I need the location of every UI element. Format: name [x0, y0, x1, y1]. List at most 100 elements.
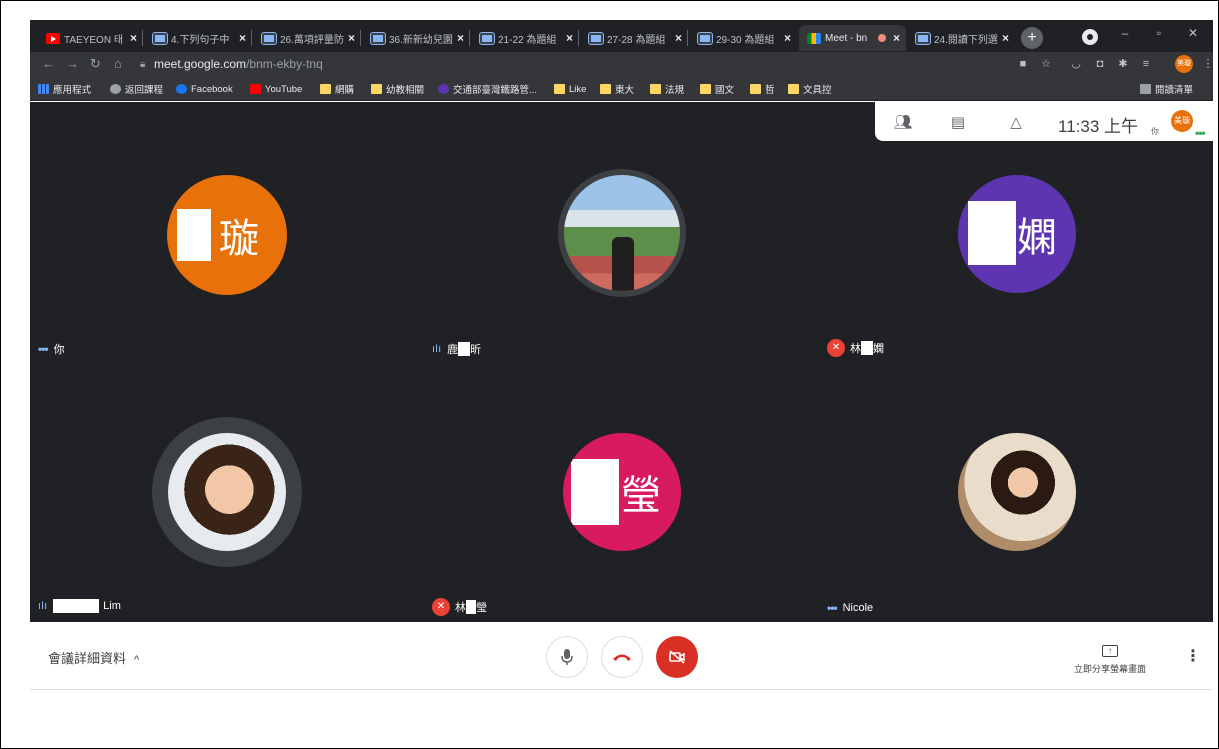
bookmark-railway[interactable]: 交通部臺灣鐵路管... [438, 82, 537, 96]
participant-avatar: 瑩 [563, 433, 681, 551]
redaction-box [968, 201, 1016, 265]
participant-photo [564, 175, 680, 291]
youtube-icon [250, 84, 261, 94]
close-tab-icon[interactable]: × [1002, 31, 1009, 45]
participant-name: Nicole [842, 602, 874, 614]
close-tab-icon[interactable]: × [239, 31, 246, 45]
meeting-details-button[interactable]: 會議詳細資料 ^ [48, 648, 139, 667]
redaction-box [571, 459, 619, 525]
folder-icon [371, 84, 382, 94]
microphone-button[interactable] [546, 636, 588, 678]
tab-meet-active[interactable]: Meet - bn × [799, 25, 906, 51]
participant-tile-5[interactable]: 瑩 ✕ 林瑩 [424, 362, 818, 622]
participant-name-part: 昕 [470, 344, 482, 356]
new-tab-button[interactable]: + [1021, 27, 1043, 49]
chrome-profile-icon[interactable] [1082, 29, 1098, 45]
close-tab-icon[interactable]: × [784, 31, 791, 45]
bookmark-folder-chinese[interactable]: 國文 [700, 82, 734, 96]
document-icon [588, 31, 604, 45]
bookmark-folder-shopping[interactable]: 網購 [320, 82, 354, 96]
audio-wave-icon: ıIı [38, 600, 48, 612]
participant-avatar: 嫻 [958, 175, 1076, 293]
window-close-icon[interactable]: ✕ [1178, 26, 1208, 40]
redaction-box [466, 600, 476, 614]
participant-tile-nicole[interactable]: ••• Nicole [819, 362, 1213, 622]
maximize-icon[interactable]: ▫ [1144, 26, 1174, 40]
reading-list[interactable]: 閱讀清單 [1140, 82, 1193, 96]
document-icon [915, 31, 931, 45]
photographer-silhouette [612, 237, 634, 291]
tab-doc-7[interactable]: 24.閱讀下列選 × [908, 25, 1015, 51]
back-icon[interactable]: ← [42, 56, 55, 72]
close-tab-icon[interactable]: × [566, 31, 573, 45]
pocket-icon[interactable]: ◘ [1092, 57, 1108, 71]
participant-tile-lim[interactable]: ıIı Lim [30, 362, 424, 622]
camera-toggle-button[interactable] [656, 636, 698, 678]
participant-tile-2[interactable]: ıIı 鹿昕 [424, 102, 818, 362]
participant-name: Lim [103, 600, 121, 612]
present-now-label: 立即分享螢幕畫面 [1073, 664, 1146, 674]
tab-doc-3[interactable]: 36.新新幼兒園 × [363, 25, 470, 51]
meet-icon [807, 32, 821, 44]
folder-icon [320, 84, 331, 94]
document-icon [479, 31, 495, 45]
bookmark-facebook[interactable]: Facebook [176, 82, 233, 96]
more-dots-icon: ••• [38, 342, 49, 356]
media-control-icon[interactable]: ≡ [1138, 57, 1154, 71]
meet-stage: 👥︎ ▤ △ 11:33 上午 你 美璇 ••• 璇 ••• 你 ıIı 鹿 昕… [30, 102, 1213, 622]
close-tab-icon[interactable]: × [675, 31, 682, 45]
apps-grid-icon [38, 84, 49, 94]
bookmark-folder-philosophy[interactable]: 哲 [750, 82, 775, 96]
present-now-button[interactable]: ↑ 立即分享螢幕畫面 [1070, 640, 1150, 675]
bookmark-folder-stationery[interactable]: 文具控 [788, 82, 832, 96]
tab-doc-2[interactable]: 26.萬項評量防 × [254, 25, 361, 51]
reload-icon[interactable]: ↻ [90, 56, 101, 72]
camera-in-use-icon[interactable]: ■ [1015, 57, 1031, 71]
bookmark-folder-law[interactable]: 法規 [650, 82, 684, 96]
lock-icon: 🔒︎ [140, 59, 146, 70]
participant-name-part: 鹿 [447, 344, 459, 356]
leave-call-button[interactable] [601, 636, 643, 678]
forward-icon[interactable]: → [66, 56, 79, 72]
tab-doc-5[interactable]: 27-28 為題組 × [581, 25, 688, 51]
present-screen-icon: ↑ [1102, 645, 1118, 657]
tab-doc-4[interactable]: 21-22 為題組 × [472, 25, 579, 51]
document-icon [697, 31, 713, 45]
participant-tile-self[interactable]: 璇 ••• 你 [30, 102, 424, 362]
bookmark-star-icon[interactable]: ☆ [1038, 57, 1054, 71]
railway-logo-icon [438, 84, 449, 94]
folder-icon [700, 84, 711, 94]
bookmark-youtube[interactable]: YouTube [250, 82, 302, 96]
close-tab-icon[interactable]: × [348, 31, 355, 45]
document-icon [152, 31, 168, 45]
audio-wave-icon: ıIı [432, 343, 442, 355]
participant-name: 你 [53, 344, 65, 356]
close-tab-icon[interactable]: × [893, 31, 900, 45]
participant-tile-3[interactable]: 嫻 ✕ 林嫻 [819, 102, 1213, 362]
more-options-icon[interactable]: ⋮ [1185, 646, 1201, 666]
minimize-icon[interactable]: – [1110, 26, 1140, 40]
tab-youtube[interactable]: TAEYEON 태 × [38, 25, 143, 51]
home-icon[interactable]: ⌂ [114, 56, 122, 72]
bookmark-folder-preschool[interactable]: 幼教相關 [371, 82, 424, 96]
close-tab-icon[interactable]: × [457, 31, 464, 45]
youtube-icon [46, 32, 60, 44]
close-tab-icon[interactable]: × [130, 31, 137, 45]
microphone-icon [561, 649, 573, 665]
hang-up-icon [613, 654, 631, 661]
bookmark-apps[interactable]: 應用程式 [38, 82, 91, 96]
chrome-menu-icon[interactable]: ⋮ [1200, 57, 1216, 71]
bookmark-folder-like[interactable]: Like [554, 82, 586, 96]
tab-doc-6[interactable]: 29-30 為題組 × [690, 25, 797, 51]
bookmark-course[interactable]: 返回課程 [110, 82, 163, 96]
more-dots-icon: ••• [827, 601, 838, 615]
address-bar[interactable]: 🔒︎ meet.google.com/bnm-ekby-tnq [140, 54, 1020, 75]
document-icon [370, 31, 386, 45]
url-host: meet.google.com [154, 57, 247, 71]
profile-avatar[interactable]: 美璇 [1175, 55, 1193, 73]
extensions-puzzle-icon[interactable]: ✱ [1115, 57, 1131, 71]
tab-doc-1[interactable]: 4.下列句子中 × [145, 25, 252, 51]
redaction-box [458, 342, 471, 356]
extension-icon[interactable]: ◡ [1068, 57, 1084, 71]
bookmark-folder-dongda[interactable]: 東大 [600, 82, 634, 96]
